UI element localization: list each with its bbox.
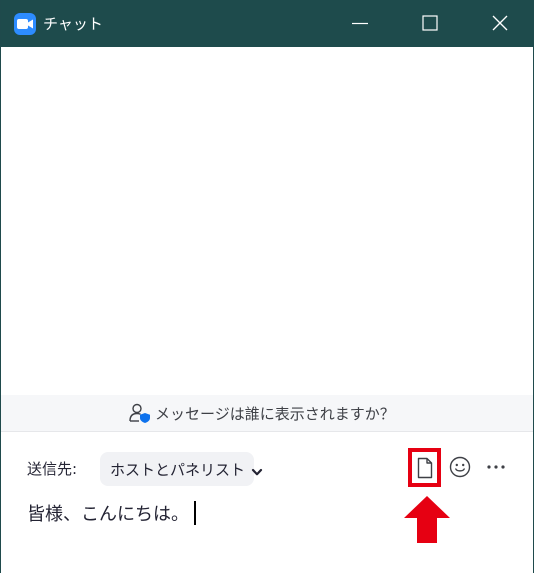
maximize-button[interactable] bbox=[395, 0, 465, 47]
message-input-text: 皆様、こんにちは。 bbox=[27, 504, 189, 525]
zoom-video-camera-icon bbox=[14, 13, 36, 35]
person-shield-icon bbox=[129, 403, 151, 423]
visibility-banner[interactable]: メッセージは誰に表示されますか？ bbox=[1, 395, 533, 432]
highlight-arrow bbox=[404, 496, 450, 543]
minimize-button[interactable] bbox=[325, 0, 395, 47]
emoji-icon bbox=[449, 456, 471, 478]
maximize-icon bbox=[422, 15, 438, 31]
message-input[interactable]: 皆様、こんにちは。 bbox=[27, 500, 196, 526]
recipient-label: ホストとパネリスト bbox=[110, 460, 246, 479]
chevron-down-icon bbox=[251, 463, 263, 476]
message-list[interactable] bbox=[1, 47, 533, 395]
title-bar[interactable]: チャット bbox=[1, 0, 534, 47]
close-button[interactable] bbox=[465, 0, 534, 47]
close-icon bbox=[492, 15, 508, 31]
compose-area: 送信先: ホストとパネリスト 皆様、こんにちは。 bbox=[1, 432, 533, 573]
chat-window: チャット メッセージは誰に表示されますか？ 送信先: ホストとパネリスト 皆様、… bbox=[0, 0, 534, 573]
emoji-button[interactable] bbox=[449, 456, 471, 478]
to-label: 送信先: bbox=[27, 460, 78, 478]
text-caret bbox=[194, 501, 196, 525]
file-button[interactable] bbox=[408, 448, 441, 487]
recipient-dropdown[interactable]: ホストとパネリスト bbox=[100, 452, 263, 486]
visibility-banner-text: メッセージは誰に表示されますか？ bbox=[155, 404, 395, 423]
more-icon bbox=[487, 465, 505, 469]
more-button[interactable] bbox=[485, 458, 507, 476]
minimize-icon bbox=[352, 22, 368, 25]
file-icon bbox=[417, 457, 433, 479]
window-title: チャット bbox=[43, 15, 103, 33]
